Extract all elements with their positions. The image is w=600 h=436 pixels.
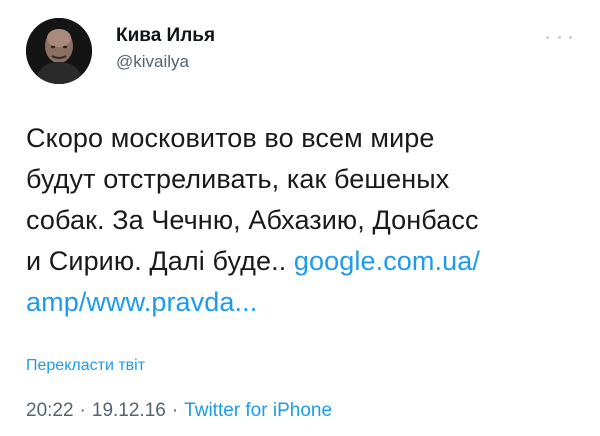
- tweet-line-with-link: и Сирию. Далі буде.. google.com.ua/: [26, 241, 586, 282]
- tweet-link-part1[interactable]: google.com.ua/: [294, 246, 480, 276]
- more-horizontal-icon[interactable]: [546, 32, 572, 42]
- tweet-header: Кива Илья @kivailya: [26, 18, 586, 88]
- tweet-source[interactable]: Twitter for iPhone: [184, 400, 332, 421]
- tweet-line-text: и Сирию. Далі буде..: [26, 246, 294, 276]
- avatar[interactable]: [26, 18, 92, 84]
- tweet-line-link-cont: amp/www.pravda...: [26, 282, 586, 323]
- tweet-line: собак. За Чечню, Абхазию, Донбасс: [26, 205, 479, 235]
- dot: [557, 35, 561, 39]
- tweet-time[interactable]: 20:22: [26, 400, 74, 421]
- translate-tweet-link[interactable]: Перекласти твіт: [26, 357, 145, 375]
- tweet-card: Кива Илья @kivailya Скоро московитов во …: [0, 0, 600, 436]
- tweet-link-part2[interactable]: amp/www.pravda...: [26, 287, 257, 317]
- tweet-date[interactable]: 19.12.16: [92, 400, 166, 421]
- user-handle[interactable]: @kivailya: [116, 50, 215, 74]
- display-name[interactable]: Кива Илья: [116, 24, 215, 48]
- tweet-text: Скоро московитов во всем мире будут отст…: [26, 118, 586, 323]
- tweet-line: будут отстреливать, как бешеных: [26, 164, 450, 194]
- dot: [546, 35, 549, 39]
- meta-separator: ·: [79, 400, 86, 421]
- avatar-image: [26, 18, 92, 84]
- dot: [569, 35, 572, 39]
- tweet-line: Скоро московитов во всем мире: [26, 123, 435, 153]
- tweet-meta: 20:22 · 19.12.16 · Twitter for iPhone: [26, 400, 332, 422]
- author-names: Кива Илья @kivailya: [116, 24, 215, 74]
- meta-separator: ·: [171, 400, 179, 421]
